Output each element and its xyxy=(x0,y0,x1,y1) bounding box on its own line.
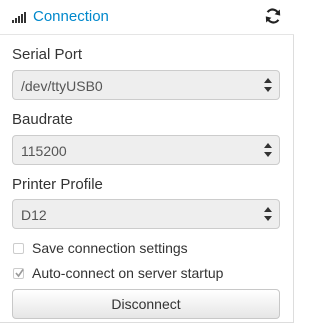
printer-profile-select[interactable]: D12 xyxy=(12,199,280,229)
refresh-icon[interactable] xyxy=(264,7,282,25)
serial-port-label: Serial Port xyxy=(12,46,83,63)
save-settings-checkbox[interactable] xyxy=(13,243,24,254)
disconnect-button[interactable]: Disconnect xyxy=(12,289,280,319)
select-arrows-icon xyxy=(264,77,272,93)
serial-port-select[interactable]: /dev/ttyUSB0 xyxy=(12,70,280,100)
select-arrows-icon xyxy=(264,142,272,158)
printer-profile-value: D12 xyxy=(21,207,47,223)
connection-panel: Connection Serial Port /dev/ttyUSB0 Baud… xyxy=(0,0,294,323)
baudrate-label: Baudrate xyxy=(12,111,73,128)
select-arrows-icon xyxy=(264,206,272,222)
save-settings-label: Save connection settings xyxy=(32,240,188,256)
panel-header: Connection xyxy=(0,0,294,35)
printer-profile-label: Printer Profile xyxy=(12,176,103,193)
serial-port-value: /dev/ttyUSB0 xyxy=(21,78,103,94)
baudrate-value: 115200 xyxy=(21,143,67,159)
auto-connect-checkbox[interactable] xyxy=(13,268,24,279)
panel-title[interactable]: Connection xyxy=(33,8,109,25)
auto-connect-label: Auto-connect on server startup xyxy=(32,265,224,281)
signal-bars-icon xyxy=(12,11,28,23)
check-icon xyxy=(15,269,24,278)
baudrate-select[interactable]: 115200 xyxy=(12,135,280,165)
